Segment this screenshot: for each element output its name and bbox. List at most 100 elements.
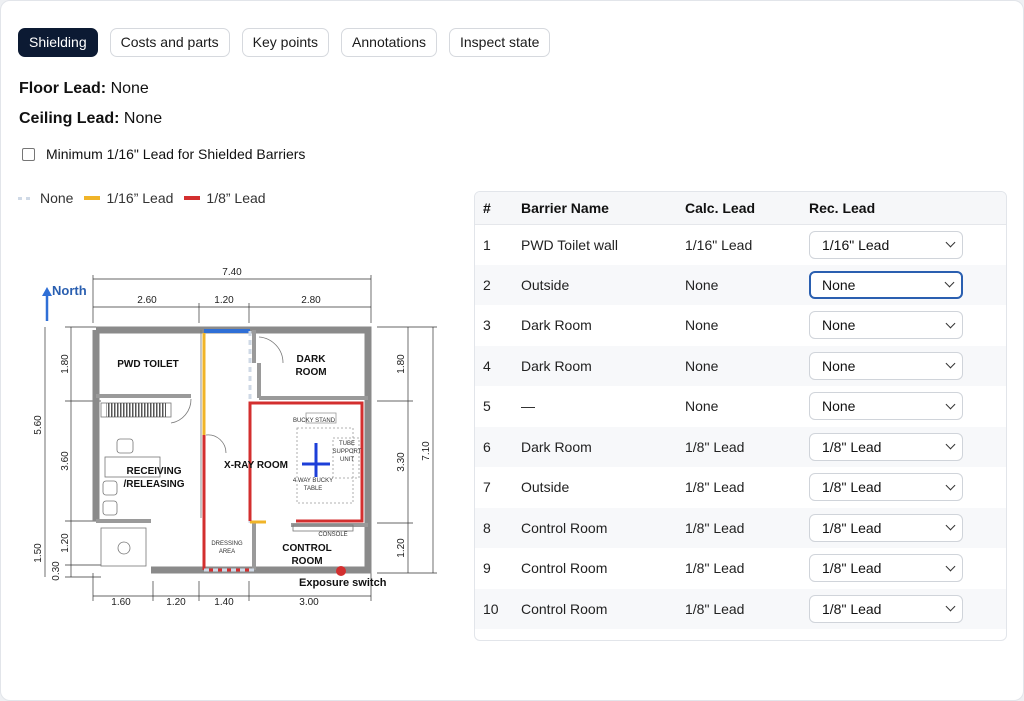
legend-item-none: None <box>18 190 73 206</box>
chevron-down-icon <box>945 601 956 612</box>
rec-lead-select[interactable]: 1/8" Lead <box>809 432 963 461</box>
row-calc-lead: 1/8" Lead <box>685 560 745 577</box>
room-xray: X-RAY ROOM <box>224 460 288 471</box>
row-num: 2 <box>475 264 521 305</box>
table-row: 8 Control Room 1/8" Lead 1/8" Lead <box>475 507 1006 548</box>
row-barrier-name: Outside <box>521 264 685 305</box>
row-barrier-name: Control Room <box>521 560 608 577</box>
tab-inspect-state[interactable]: Inspect state <box>449 28 551 57</box>
counter-hatch <box>106 403 166 417</box>
chevron-down-icon <box>945 439 956 450</box>
chevron-down-icon <box>945 520 956 531</box>
room-dressing-2: AREA <box>219 549 235 555</box>
rec-lead-value: None <box>822 276 856 293</box>
barrier-table-container[interactable]: # Barrier Name Calc. Lead Rec. Lead 1 PW… <box>474 191 1007 641</box>
rec-lead-select[interactable]: None <box>809 392 963 421</box>
rec-lead-value: None <box>822 398 856 415</box>
row-calc-lead: None <box>685 345 809 386</box>
col-header-rec-lead: Rec. Lead <box>809 192 1006 225</box>
table-row: 3 Dark Room None None <box>475 305 1006 346</box>
row-calc-lead: 1/8" Lead <box>685 507 809 548</box>
floor-lead-label: Floor Lead: <box>19 80 107 97</box>
north-label: North <box>52 283 87 298</box>
col-header-barrier-name: Barrier Name <box>521 192 685 225</box>
label-table-2: TABLE <box>304 486 323 492</box>
row-num: 3 <box>483 317 491 334</box>
dim-right-1: 1.80 <box>396 354 407 374</box>
room-control-2: ROOM <box>291 556 322 567</box>
dim-top-3: 2.80 <box>301 295 321 306</box>
chevron-down-icon <box>945 480 956 491</box>
rec-lead-select[interactable]: 1/8" Lead <box>809 473 963 502</box>
rec-lead-select[interactable]: 1/8" Lead <box>809 513 963 542</box>
dim-bottom-2: 1.20 <box>166 597 186 608</box>
room-dressing-1: DRESSING <box>211 541 243 547</box>
dashed-swatch-icon <box>18 196 34 200</box>
label-table-1: 4 WAY BUCKY <box>293 478 333 484</box>
dim-top-1: 2.60 <box>137 295 157 306</box>
dim-left-2: 3.60 <box>60 451 71 471</box>
rec-lead-select[interactable]: None <box>809 311 963 340</box>
rec-lead-value: 1/8" Lead <box>822 479 882 496</box>
tab-annotations[interactable]: Annotations <box>341 28 437 57</box>
dim-right-2: 3.30 <box>396 452 407 472</box>
floor-lead-value: None <box>110 80 149 97</box>
room-receiving-1: RECEIVING <box>126 466 181 477</box>
rec-lead-value: 1/8" Lead <box>822 600 882 617</box>
row-barrier-name: PWD Toilet wall <box>521 236 618 253</box>
rec-lead-select[interactable]: None <box>809 270 963 299</box>
room-control-1: CONTROL <box>282 543 331 554</box>
chevron-down-icon <box>945 318 956 329</box>
row-calc-lead: 1/8" Lead <box>685 479 745 496</box>
dim-right-3: 1.20 <box>396 538 407 558</box>
room-dark-1: DARK <box>297 354 327 365</box>
row-num: 8 <box>475 507 521 548</box>
tab-costs-and-parts[interactable]: Costs and parts <box>109 28 230 57</box>
label-console: CONSOLE <box>318 532 347 538</box>
rec-lead-select[interactable]: None <box>809 351 963 380</box>
rec-lead-value: None <box>822 357 856 374</box>
dim-left-3: 1.20 <box>60 533 71 553</box>
red-swatch-icon <box>184 196 201 200</box>
min-lead-label: Minimum 1/16" Lead for Shielded Barriers <box>46 146 306 162</box>
table-row-partial <box>475 629 1006 640</box>
floor-plan[interactable]: North 7.40 2.60 1.20 2.80 1.60 1.20 1.40… <box>21 263 441 613</box>
legend-label-none: None <box>40 190 74 206</box>
tab-shielding[interactable]: Shielding <box>18 28 98 57</box>
floor-lead: Floor Lead: None <box>19 80 149 98</box>
dim-left-4: 0.30 <box>51 561 62 581</box>
row-calc-lead: 1/8" Lead <box>685 588 809 629</box>
row-barrier-name: Dark Room <box>521 426 685 467</box>
dim-top-2: 1.20 <box>214 295 234 306</box>
rec-lead-select[interactable]: 1/8" Lead <box>809 594 963 623</box>
exposure-switch-icon[interactable] <box>336 566 346 576</box>
room-dark-2: ROOM <box>295 367 326 378</box>
table-row: 1 PWD Toilet wall 1/16" Lead 1/16" Lead <box>475 224 1006 265</box>
rec-lead-select[interactable]: 1/8" Lead <box>809 554 963 583</box>
tab-key-points[interactable]: Key points <box>241 28 330 57</box>
row-num: 7 <box>483 479 491 496</box>
rec-lead-select[interactable]: 1/16" Lead <box>809 230 963 259</box>
table-header-row: # Barrier Name Calc. Lead Rec. Lead <box>475 192 1006 225</box>
row-calc-lead: 1/16" Lead <box>685 236 753 253</box>
legend-label-1-16: 1/16” Lead <box>106 190 174 206</box>
row-num: 4 <box>475 345 521 386</box>
dim-right-total: 7.10 <box>421 441 432 461</box>
chevron-down-icon <box>944 277 955 288</box>
table-row: 5 — None None <box>475 386 1006 427</box>
legend-label-1-8: 1/8” Lead <box>206 190 266 206</box>
min-lead-checkbox[interactable] <box>22 147 35 161</box>
rec-lead-value: 1/8" Lead <box>822 438 882 455</box>
min-lead-option[interactable]: Minimum 1/16" Lead for Shielded Barriers <box>22 146 305 162</box>
tube-crosshair-icon[interactable] <box>302 443 330 477</box>
dim-overall-width: 7.40 <box>222 267 242 278</box>
row-calc-lead: None <box>685 317 719 334</box>
table-row: 2 Outside None None <box>475 264 1006 305</box>
barrier-table: # Barrier Name Calc. Lead Rec. Lead 1 PW… <box>475 192 1006 640</box>
row-barrier-name: Dark Room <box>521 317 592 334</box>
row-barrier-name: Control Room <box>521 507 685 548</box>
label-bucky-stand: BUCKY STAND <box>293 418 336 424</box>
table-row: 10 Control Room 1/8" Lead 1/8" Lead <box>475 588 1006 629</box>
lead-legend: None 1/16” Lead 1/8” Lead <box>18 190 277 206</box>
rec-lead-value: 1/8" Lead <box>822 519 882 536</box>
